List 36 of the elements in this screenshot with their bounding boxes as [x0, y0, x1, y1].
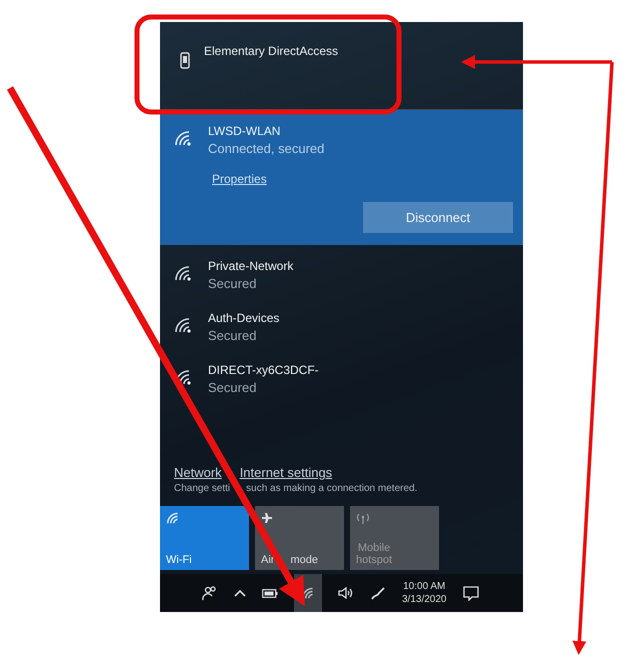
quick-action-tile[interactable]: Air mode: [255, 506, 344, 570]
network-item[interactable]: DIRECT-xy6C3DCF- Secured: [174, 363, 523, 395]
wifi-icon: [166, 512, 180, 524]
quick-action-tile[interactable]: Wi-Fi: [160, 506, 249, 570]
settings-description: such as making a connection metered.: [246, 483, 418, 494]
wifi-icon: [301, 587, 315, 599]
clock-date: 3/13/2020: [402, 594, 446, 605]
speaker-icon[interactable]: [338, 587, 354, 599]
clock-time: 10:00 AM: [403, 581, 446, 592]
phone-icon: [180, 52, 190, 69]
pen-icon[interactable]: [370, 585, 386, 601]
properties-link[interactable]: Properties: [212, 172, 267, 186]
settings-description: Change setti: [174, 483, 230, 494]
wifi-icon: [174, 317, 192, 333]
network-status: Secured: [208, 276, 258, 291]
wifi-icon: [174, 130, 192, 146]
network-item[interactable]: Auth-Devices Secured: [174, 311, 523, 343]
hotspot-icon: [356, 512, 370, 524]
chevron-up-icon[interactable]: [234, 589, 246, 597]
connected-network-item[interactable]: LWSD-WLAN Connected, secured Properties Disconnect: [160, 110, 523, 245]
notification-icon[interactable]: [462, 586, 478, 600]
network-name: Private-Network: [208, 259, 294, 273]
battery-icon[interactable]: [262, 588, 278, 598]
wifi-icon: [174, 265, 192, 281]
network-status: Secured: [208, 380, 258, 395]
network-item[interactable]: Private-Network Secured: [174, 259, 523, 291]
settings-link[interactable]: Network: [174, 465, 222, 480]
settings-link[interactable]: Internet settings: [240, 465, 332, 480]
network-name: DIRECT-xy6C3DCF-: [208, 363, 319, 377]
people-icon[interactable]: [202, 585, 218, 601]
network-name: LWSD-WLAN: [208, 124, 282, 138]
airplane-icon: [261, 512, 273, 524]
device-name: Elementary DirectAccess: [204, 44, 338, 58]
network-name: Auth-Devices: [208, 311, 280, 325]
network-status: Connected, secured: [208, 141, 324, 156]
network-status: Secured: [208, 328, 258, 343]
